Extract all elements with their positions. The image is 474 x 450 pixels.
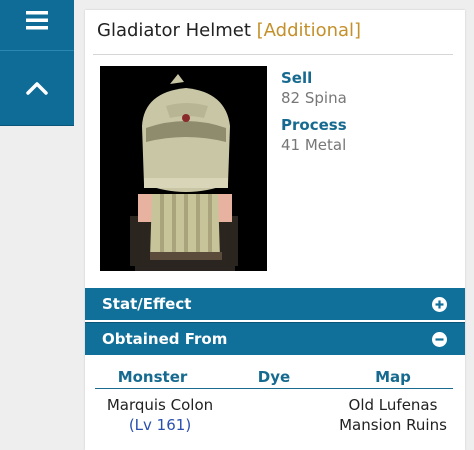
process-value: 41 Metal	[281, 136, 347, 154]
side-nav	[0, 0, 74, 126]
monster-name: Marquis Colon	[106, 396, 214, 414]
sell-value: 82 Spina	[281, 89, 347, 107]
table-header-row: Monster Dye Map	[95, 366, 453, 389]
nav-divider	[0, 50, 74, 51]
item-info: Sell 82 Spina Process 41 Metal	[281, 68, 347, 162]
title-divider	[93, 54, 453, 55]
map-name-line1: Old Lufenas	[348, 396, 438, 414]
sell-label: Sell	[281, 69, 313, 87]
hamburger-icon	[26, 11, 48, 30]
process-label: Process	[281, 116, 347, 134]
chevron-up-icon	[26, 82, 48, 95]
scroll-up-button[interactable]	[0, 62, 74, 114]
item-image	[100, 66, 267, 271]
menu-button[interactable]	[0, 0, 74, 40]
item-title: Gladiator Helmet [Additional]	[97, 20, 361, 41]
map-name-line2: Mansion Ruins	[339, 416, 447, 434]
monster-level-link[interactable]: (Lv 161)	[95, 415, 225, 435]
obtained-from-accordion[interactable]: Obtained From	[85, 322, 465, 355]
monster-cell: Marquis Colon (Lv 161)	[95, 395, 225, 435]
monster-column-header: Monster	[117, 368, 188, 386]
helmet-figure-icon	[100, 66, 267, 271]
minus-circle-icon	[432, 332, 447, 347]
obtained-table: Monster Dye Map Marquis Colon (Lv 161) O…	[95, 366, 453, 437]
plus-circle-icon	[432, 297, 447, 312]
stat-effect-label: Stat/Effect	[102, 295, 192, 313]
table-row: Marquis Colon (Lv 161) Old Lufenas Mansi…	[95, 389, 453, 437]
item-name: Gladiator Helmet	[97, 20, 251, 41]
obtained-from-label: Obtained From	[102, 330, 228, 348]
map-column-header: Map	[375, 368, 411, 386]
map-cell: Old Lufenas Mansion Ruins	[325, 395, 461, 435]
item-tag: [Additional]	[256, 20, 362, 41]
item-card: Gladiator Helmet [Additional] Sell 82 Sp…	[85, 10, 465, 450]
stat-effect-accordion[interactable]: Stat/Effect	[85, 288, 465, 320]
dye-column-header: Dye	[257, 368, 291, 386]
